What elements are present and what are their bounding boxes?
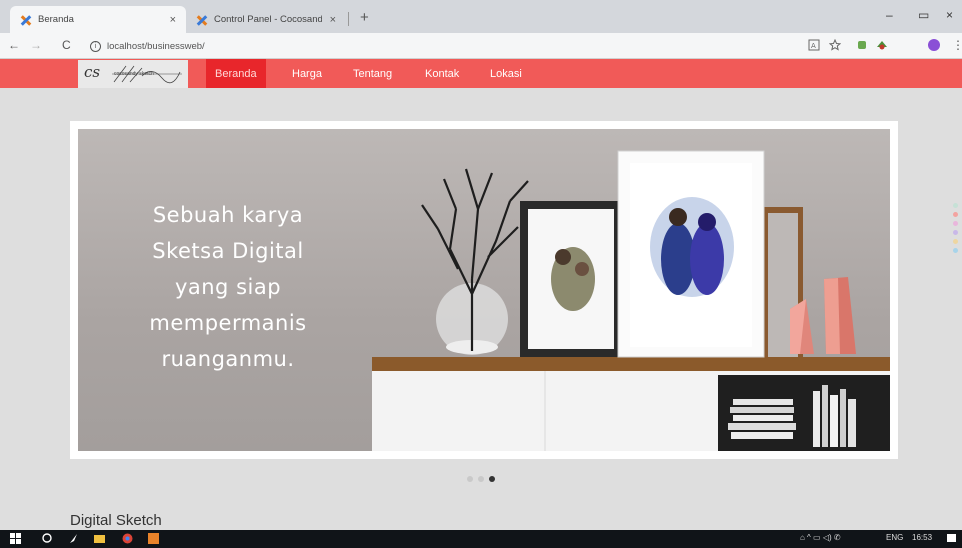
tab-separator: [348, 12, 349, 26]
search-icon[interactable]: [42, 533, 53, 544]
side-dot[interactable]: [953, 239, 958, 244]
hero-slide[interactable]: Sebuah karya Sketsa Digital yang siap me…: [78, 129, 890, 451]
close-window-button[interactable]: ×: [946, 8, 953, 22]
hero-line: ruanganmu.: [161, 347, 295, 371]
profile-avatar-icon[interactable]: [928, 39, 940, 51]
menu-icon[interactable]: ⋮: [952, 38, 962, 52]
hero-line: Sebuah karya: [152, 203, 304, 227]
chrome-icon[interactable]: [122, 533, 133, 544]
nav-kontak[interactable]: Kontak: [416, 59, 468, 88]
star-icon[interactable]: [829, 39, 841, 51]
windows-taskbar: ⌂ ^ ▭ ◁) ✆ ENG 16:53: [0, 530, 962, 548]
tab-close-icon[interactable]: ×: [330, 14, 336, 26]
logo-text: cocosandy sketch: [114, 71, 154, 77]
site-favicon-icon: [20, 14, 32, 26]
extension-icon[interactable]: [856, 39, 868, 51]
hero-line: mempermanis: [149, 311, 307, 335]
extension-icon[interactable]: [876, 39, 888, 51]
side-dot[interactable]: [953, 221, 958, 226]
slider-dot-1[interactable]: [467, 476, 473, 482]
minimize-button[interactable]: –: [886, 8, 893, 22]
side-dot-navigation: [953, 203, 959, 257]
feather-app-icon[interactable]: [68, 533, 79, 544]
svg-text:A: A: [811, 42, 816, 50]
hero-line: Sketsa Digital: [152, 239, 304, 263]
new-tab-button[interactable]: +: [360, 9, 369, 26]
slider-pager: [467, 476, 495, 482]
url-text: localhost/businessweb/: [107, 40, 205, 52]
side-dot[interactable]: [953, 212, 958, 217]
nav-tentang[interactable]: Tentang: [344, 59, 401, 88]
tray-icons[interactable]: ⌂ ^ ▭ ◁) ✆: [800, 533, 841, 542]
app-icon[interactable]: [148, 533, 159, 544]
address-bar[interactable]: i localhost/businessweb/: [90, 37, 790, 55]
side-dot[interactable]: [953, 230, 958, 235]
site-logo[interactable]: cs cocosandy sketch: [78, 60, 188, 88]
notification-icon[interactable]: [946, 533, 957, 544]
nav-beranda[interactable]: Beranda: [206, 59, 266, 88]
tab-title: Beranda: [38, 14, 74, 25]
windows-start-icon[interactable]: [10, 533, 21, 544]
browser-toolbar: ← → C i localhost/businessweb/ A ⋮: [0, 33, 962, 59]
tab-title: Control Panel - Cocosandy Sket: [214, 14, 322, 25]
side-dot[interactable]: [953, 203, 958, 208]
nav-harga[interactable]: Harga: [283, 59, 331, 88]
side-dot[interactable]: [953, 248, 958, 253]
browser-tab-strip: Beranda × Control Panel - Cocosandy Sket…: [0, 0, 962, 33]
language-indicator[interactable]: ENG: [886, 533, 903, 542]
tab-control-panel[interactable]: Control Panel - Cocosandy Sket ×: [186, 6, 346, 33]
site-navbar: cs cocosandy sketch Beranda Harga Tentan…: [0, 59, 962, 88]
hero-text: Sebuah karya Sketsa Digital yang siap me…: [118, 197, 338, 377]
forward-button[interactable]: →: [30, 38, 42, 52]
hero-line: yang siap: [174, 275, 282, 299]
logo-mark: cs: [84, 63, 101, 81]
section-title: Digital Sketch: [70, 512, 162, 529]
nav-lokasi[interactable]: Lokasi: [481, 59, 531, 88]
info-icon[interactable]: i: [90, 40, 101, 52]
tab-beranda[interactable]: Beranda ×: [10, 6, 186, 33]
file-explorer-icon[interactable]: [94, 533, 105, 544]
translate-icon[interactable]: A: [808, 39, 820, 51]
back-button[interactable]: ←: [8, 38, 20, 52]
site-favicon-icon: [196, 14, 208, 26]
slider-dot-3-active[interactable]: [489, 476, 495, 482]
maximize-button[interactable]: ▭: [918, 8, 929, 22]
reload-button[interactable]: C: [62, 38, 71, 52]
tab-close-icon[interactable]: ×: [170, 14, 176, 26]
slider-dot-2[interactable]: [478, 476, 484, 482]
clock[interactable]: 16:53: [912, 533, 932, 542]
